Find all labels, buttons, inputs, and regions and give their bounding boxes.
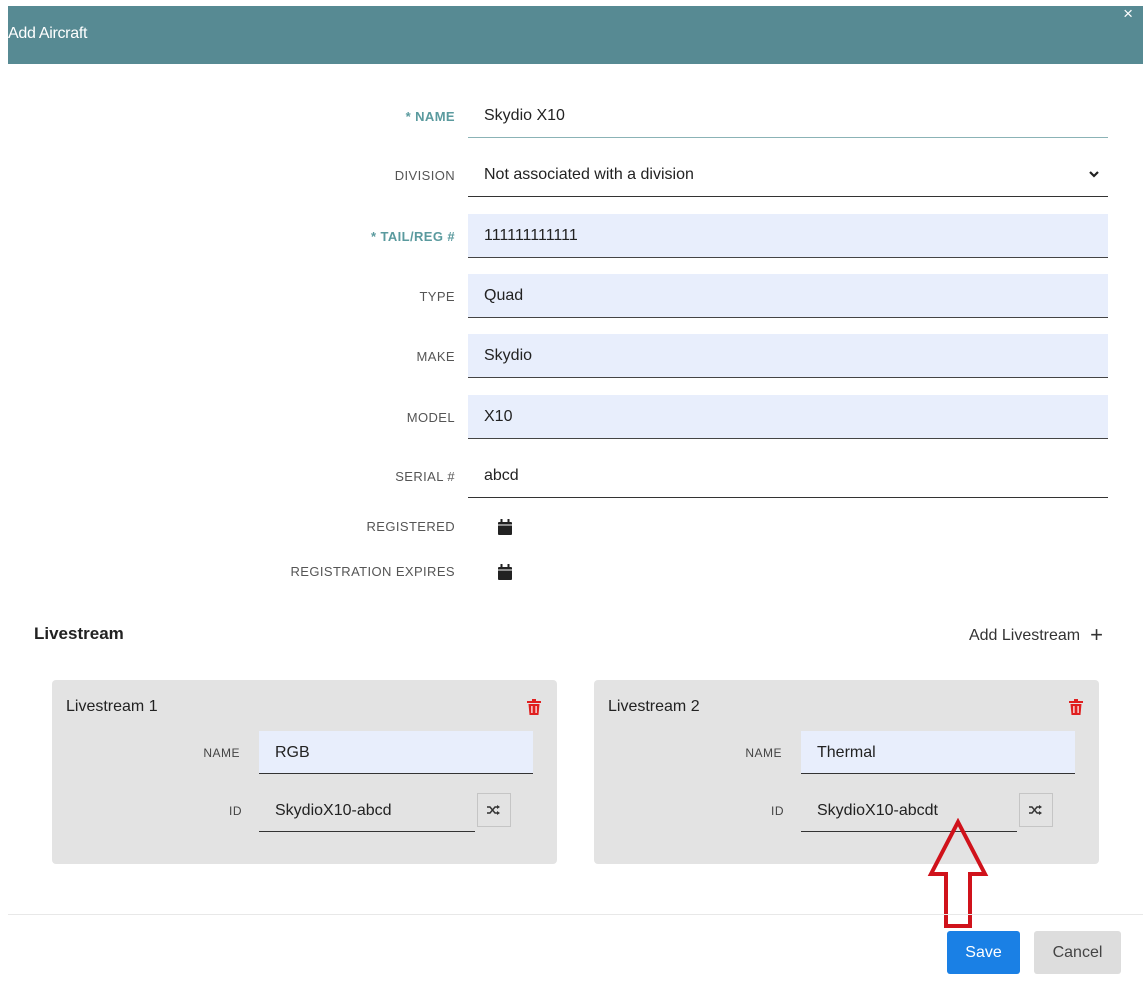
calendar-icon[interactable]: [498, 564, 512, 580]
shuffle-icon[interactable]: [1019, 793, 1053, 827]
livestream-card-title: Livestream 1: [66, 698, 158, 715]
division-label: Division: [394, 168, 455, 183]
close-icon[interactable]: ×: [1123, 4, 1133, 24]
model-label: Model: [406, 410, 455, 425]
serial-label: Serial #: [395, 469, 455, 484]
tail-label: * Tail/Reg #: [370, 229, 455, 244]
name-label: * Name: [405, 109, 455, 124]
type-row: Type Quad: [0, 274, 1143, 320]
footer-divider: [8, 914, 1143, 915]
serial-input[interactable]: abcd: [468, 454, 1108, 498]
division-select-value: Not associated with a division: [484, 166, 694, 183]
make-row: Make Skydio: [0, 334, 1143, 380]
expires-row: Registration Expires: [0, 549, 1143, 595]
livestream-name-input[interactable]: Thermal: [801, 731, 1075, 774]
model-row: Model X10: [0, 395, 1143, 441]
make-label: Make: [416, 349, 455, 364]
livestream-name-label: Name: [745, 746, 782, 760]
livestream-id-input[interactable]: SkydioX10-abcd: [259, 789, 475, 832]
name-input[interactable]: Skydio X10: [468, 94, 1108, 138]
serial-row: Serial # abcd: [0, 454, 1143, 500]
chevron-down-icon: [1088, 153, 1100, 214]
tail-input[interactable]: 111111111111: [468, 214, 1108, 258]
shuffle-icon[interactable]: [477, 793, 511, 827]
calendar-icon[interactable]: [498, 519, 512, 535]
trash-icon[interactable]: [1069, 699, 1083, 715]
type-label: Type: [419, 289, 455, 304]
expires-label: Registration Expires: [290, 564, 455, 579]
make-input[interactable]: Skydio: [468, 334, 1108, 378]
division-row: Division Not associated with a division: [0, 153, 1143, 199]
livestream-name-label: Name: [203, 746, 240, 760]
livestream-name-input[interactable]: RGB: [259, 731, 533, 774]
registered-label: Registered: [366, 519, 455, 534]
plus-icon: +: [1090, 622, 1103, 647]
trash-icon[interactable]: [527, 699, 541, 715]
add-livestream-button[interactable]: Add Livestream +: [969, 622, 1103, 648]
livestream-section-title: Livestream: [34, 624, 124, 643]
type-input[interactable]: Quad: [468, 274, 1108, 318]
name-row: * Name Skydio X10: [0, 94, 1143, 140]
registered-row: Registered: [0, 504, 1143, 550]
dialog-title: Add Aircraft: [8, 25, 88, 42]
tail-row: * Tail/Reg # 111111111111: [0, 214, 1143, 260]
save-button[interactable]: Save: [947, 931, 1020, 974]
livestream-card-title: Livestream 2: [608, 698, 700, 715]
add-livestream-label: Add Livestream: [968, 627, 1081, 644]
cancel-button[interactable]: Cancel: [1034, 931, 1121, 974]
division-select[interactable]: Not associated with a division: [468, 153, 1108, 197]
dialog-header: Add Aircraft ×: [8, 4, 1143, 64]
livestream-card: Livestream 2 Name Thermal ID SkydioX10-a…: [594, 680, 1099, 864]
livestream-card: Livestream 1 Name RGB ID SkydioX10-abcd: [52, 680, 557, 864]
livestream-id-label: ID: [229, 804, 242, 818]
livestream-id-label: ID: [771, 804, 784, 818]
model-input[interactable]: X10: [468, 395, 1108, 439]
